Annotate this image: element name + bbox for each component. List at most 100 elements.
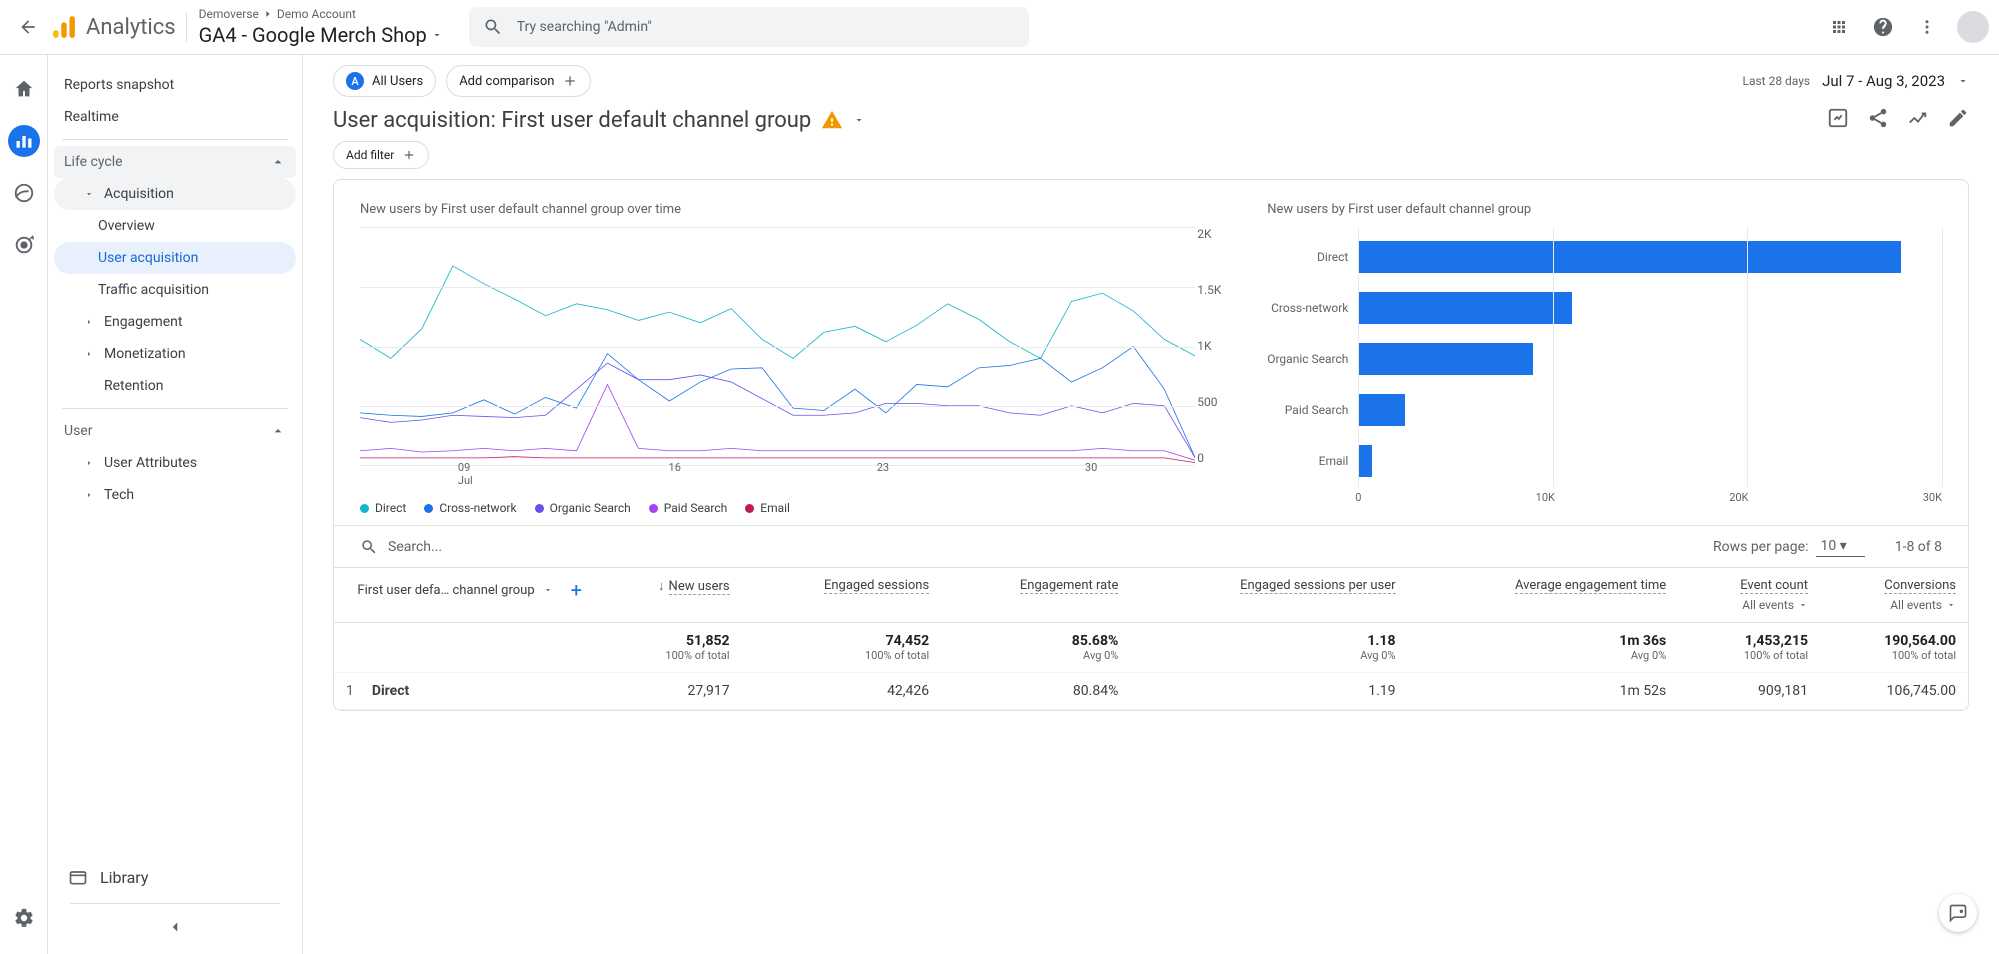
- bar-track: [1358, 292, 1942, 324]
- apps-button[interactable]: [1819, 7, 1859, 47]
- plus-icon: [562, 73, 578, 89]
- side-acq-user[interactable]: User acquisition: [54, 242, 296, 274]
- legend-item[interactable]: Email: [745, 501, 790, 515]
- caret-right-icon: [84, 458, 94, 468]
- warning-icon[interactable]: [821, 109, 843, 131]
- bar-track: [1358, 241, 1942, 273]
- bar-track: [1358, 445, 1942, 477]
- chip-add-comparison[interactable]: Add comparison: [446, 65, 591, 97]
- side-user-attr[interactable]: User Attributes: [54, 447, 296, 479]
- insights-button[interactable]: [1907, 107, 1929, 133]
- caret-down-icon: [431, 29, 443, 41]
- legend-item[interactable]: Cross-network: [424, 501, 516, 515]
- side-engagement[interactable]: Engagement: [54, 306, 296, 338]
- bar-chart-title: New users by First user default channel …: [1267, 202, 1942, 217]
- table-search[interactable]: Search...: [360, 538, 442, 556]
- line-chart[interactable]: 2K 1.5K 1K 500 0 09Jul 16 23 30: [360, 227, 1237, 487]
- rail-reports[interactable]: [8, 125, 40, 157]
- bar-chart[interactable]: DirectCross-networkOrganic SearchPaid Se…: [1267, 227, 1942, 487]
- home-icon: [13, 78, 35, 100]
- legend-item[interactable]: Direct: [360, 501, 406, 515]
- page-info: 1-8 of 8: [1895, 539, 1942, 555]
- edit-button[interactable]: [1947, 107, 1969, 133]
- rows-per-label: Rows per page:: [1713, 539, 1808, 555]
- library-button[interactable]: Library: [62, 857, 288, 897]
- property-selector[interactable]: Demoverse Demo Account GA4 - Google Merc…: [199, 7, 443, 47]
- side-realtime[interactable]: Realtime: [54, 101, 296, 133]
- add-dimension[interactable]: +: [571, 578, 582, 602]
- add-filter-chip[interactable]: Add filter: [333, 141, 429, 169]
- caret-down-icon[interactable]: [853, 114, 865, 126]
- nav-rail: [0, 55, 48, 954]
- back-button[interactable]: [10, 9, 46, 45]
- target-icon: [13, 234, 35, 256]
- share-button[interactable]: [1867, 107, 1889, 133]
- col-avg-time[interactable]: Average engagement time: [1408, 568, 1679, 623]
- caret-down-icon: [1957, 75, 1969, 87]
- caret-right-icon: [84, 490, 94, 500]
- sidebar: Reports snapshot Realtime Life cycle Acq…: [48, 55, 303, 954]
- col-new-users[interactable]: ↓New users: [594, 568, 742, 623]
- pencil-icon: [1947, 107, 1969, 129]
- logo: Analytics: [50, 13, 176, 41]
- legend-item[interactable]: Organic Search: [535, 501, 631, 515]
- caret-right-icon: [84, 317, 94, 327]
- feedback-fab[interactable]: [1939, 894, 1977, 932]
- search-icon: [483, 17, 503, 37]
- side-monetization[interactable]: Monetization: [54, 338, 296, 370]
- caret-down-icon: [84, 189, 94, 199]
- chat-icon: [1948, 903, 1968, 923]
- divider: [186, 12, 187, 42]
- side-acquisition[interactable]: Acquisition: [54, 178, 296, 210]
- help-button[interactable]: [1863, 7, 1903, 47]
- page-title: User acquisition: First user default cha…: [333, 108, 811, 133]
- avatar[interactable]: [1957, 11, 1989, 43]
- totals-row: 51,852100% of total 74,452100% of total …: [334, 623, 1968, 673]
- table-toolbar: Search... Rows per page: 10 ▾ 1-8 of 8: [334, 525, 1968, 567]
- help-icon: [1872, 16, 1894, 38]
- breadcrumb: Demoverse Demo Account: [199, 7, 443, 21]
- rail-admin[interactable]: [8, 902, 40, 934]
- rail-advertising[interactable]: [8, 229, 40, 261]
- col-conversions[interactable]: ConversionsAll events: [1820, 568, 1968, 623]
- caret-right-icon: [84, 349, 94, 359]
- line-chart-title: New users by First user default channel …: [360, 202, 1237, 217]
- date-range[interactable]: Last 28 days Jul 7 - Aug 3, 2023: [1742, 72, 1969, 90]
- customize-button[interactable]: [1827, 107, 1849, 133]
- bar-track: [1358, 394, 1942, 426]
- chevron-up-icon: [270, 423, 286, 439]
- topbar: Analytics Demoverse Demo Account GA4 - G…: [0, 0, 1999, 55]
- title-actions: [1827, 107, 1969, 133]
- rail-explore[interactable]: [8, 177, 40, 209]
- side-tech[interactable]: Tech: [54, 479, 296, 511]
- rail-home[interactable]: [8, 73, 40, 105]
- search-box[interactable]: Try searching "Admin": [469, 7, 1029, 47]
- col-engaged-sessions[interactable]: Engaged sessions: [742, 568, 942, 623]
- bar-chart-box: New users by First user default channel …: [1267, 202, 1942, 515]
- rows-per-select[interactable]: 10 ▾: [1816, 536, 1864, 557]
- col-engagement-rate[interactable]: Engagement rate: [941, 568, 1130, 623]
- side-snapshot[interactable]: Reports snapshot: [54, 69, 296, 101]
- table-row[interactable]: 1Direct 27,917 42,426 80.84% 1.19 1m 52s…: [334, 673, 1968, 710]
- legend-item[interactable]: Paid Search: [649, 501, 728, 515]
- insights-icon: [1907, 107, 1929, 129]
- side-lifecycle[interactable]: Life cycle: [54, 146, 296, 178]
- col-sessions-per-user[interactable]: Engaged sessions per user: [1130, 568, 1407, 623]
- title-row: User acquisition: First user default cha…: [333, 107, 1969, 133]
- data-table: First user defa… channel group + ↓New us…: [334, 567, 1968, 710]
- chevron-up-icon: [270, 154, 286, 170]
- chip-all-users[interactable]: A All Users: [333, 65, 436, 97]
- side-retention[interactable]: Retention: [54, 370, 296, 402]
- more-button[interactable]: [1907, 7, 1947, 47]
- arrow-left-icon: [18, 17, 38, 37]
- line-legend: Direct Cross-network Organic Search Paid Se…: [360, 501, 1237, 515]
- side-acq-overview[interactable]: Overview: [54, 210, 296, 242]
- content: A All Users Add comparison Last 28 days …: [303, 55, 1999, 954]
- collapse-sidebar[interactable]: [62, 910, 288, 944]
- table-search-placeholder: Search...: [388, 539, 442, 555]
- more-vert-icon: [1918, 18, 1936, 36]
- col-event-count[interactable]: Event countAll events: [1678, 568, 1820, 623]
- side-acq-traffic[interactable]: Traffic acquisition: [54, 274, 296, 306]
- side-user-group[interactable]: User: [54, 415, 296, 447]
- dim-header[interactable]: First user defa… channel group +: [334, 568, 594, 623]
